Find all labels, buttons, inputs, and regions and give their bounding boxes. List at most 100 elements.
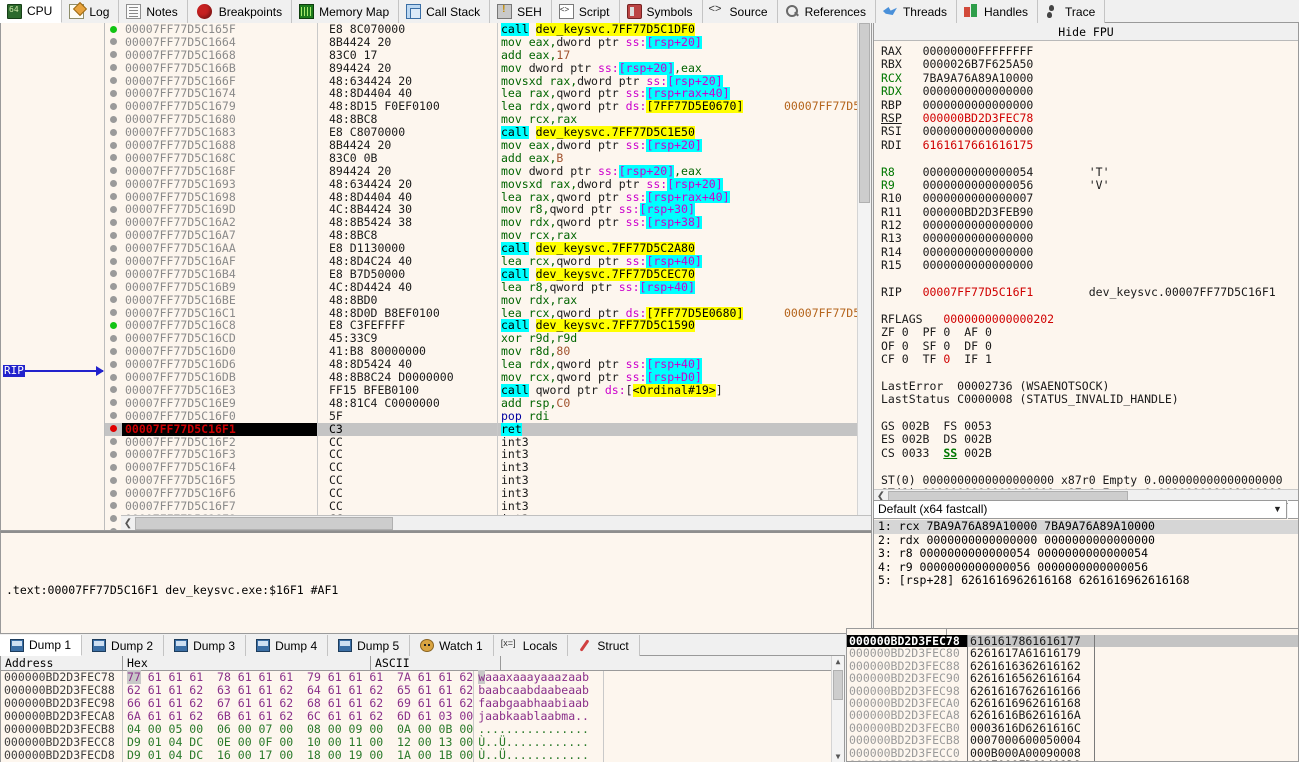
disassembly-vscrollbar[interactable] <box>857 23 871 515</box>
segment-line[interactable]: GS 002B FS 0053 <box>881 419 1298 433</box>
dump-tab-locals[interactable]: Locals <box>493 635 569 656</box>
register-rdx[interactable]: RDX 0000000000000000 <box>881 84 1298 98</box>
hide-fpu-button[interactable]: Hide FPU <box>874 23 1298 41</box>
stack-row[interactable]: 000000BD2D3FEC90 6261616562616164 <box>847 672 1298 685</box>
disassembly-hscrollbar[interactable]: ❮ <box>121 515 871 530</box>
breakpoint-dot-icon[interactable] <box>105 500 122 513</box>
breakpoint-dot-icon[interactable] <box>105 229 122 242</box>
disassembly-row[interactable]: 00007FF77D5C16DB 48:8B8C24 D0000000 mov rc… <box>105 371 871 384</box>
breakpoint-dot-icon[interactable] <box>105 513 122 526</box>
tab-memory-map[interactable]: Memory Map <box>292 0 400 23</box>
breakpoint-dot-icon[interactable] <box>105 178 122 191</box>
disassembly-row[interactable]: 00007FF77D5C1693 48:634424 20 movsxd rax,d… <box>105 177 871 191</box>
dump-grid[interactable]: Address Hex ASCII 000000BD2D3FEC78 77 61 … <box>0 656 845 762</box>
segment-line[interactable]: ES 002B DS 002B <box>881 433 1298 446</box>
breakpoint-dot-icon[interactable] <box>105 216 122 229</box>
register-spacer[interactable] <box>881 299 1298 312</box>
breakpoint-dot-icon[interactable] <box>105 448 122 461</box>
disassembly-row[interactable]: 00007FF77D5C166B 894424 20 mov dword ptr s… <box>105 61 871 75</box>
argument-row[interactable]: 5: [rsp+28] 6261616962616168 62616169626… <box>874 574 1298 588</box>
stack-pane[interactable]: 000000BD2D3FEC78 6161617861616177 000000BD… <box>846 628 1299 762</box>
tab-call-stack[interactable]: Call Stack <box>399 0 491 23</box>
flags-line[interactable]: ZF 0 PF 0 AF 0 <box>881 326 1298 339</box>
flags-line[interactable]: OF 0 SF 0 DF 0 <box>881 339 1298 353</box>
tab-breakpoints[interactable]: Breakpoints <box>187 0 293 23</box>
breakpoint-dot-icon[interactable] <box>105 358 122 371</box>
flags-line[interactable]: CF 0 TF 0 IF 1 <box>881 352 1298 366</box>
breakpoint-dot-icon[interactable] <box>105 113 122 126</box>
dump-tab-dump-3[interactable]: Dump 3 <box>164 635 247 656</box>
tab-symbols[interactable]: Symbols <box>619 0 703 23</box>
register-r14[interactable]: R14 0000000000000000 <box>881 245 1298 259</box>
dump-column-address[interactable]: Address <box>1 656 123 670</box>
register-rflags[interactable]: RFLAGS 0000000000000202 <box>881 312 1298 326</box>
scroll-up-icon[interactable]: ▲ <box>832 657 844 666</box>
breakpoint-dot-icon[interactable] <box>105 100 122 113</box>
register-r10[interactable]: R10 0000000000000007 <box>881 192 1298 205</box>
disassembly-row[interactable]: 00007FF77D5C168F 894424 20 mov dword ptr s… <box>105 164 871 178</box>
breakpoint-dot-icon[interactable] <box>105 139 122 152</box>
breakpoint-dot-icon[interactable] <box>105 461 122 474</box>
register-rdi[interactable]: RDI 6161617661616175 <box>881 138 1298 152</box>
dump-tab-dump-2[interactable]: Dump 2 <box>82 635 165 656</box>
breakpoint-dot-icon[interactable] <box>105 126 122 139</box>
dump-tab-dump-5[interactable]: Dump 5 <box>328 635 411 656</box>
argument-row[interactable]: 1: rcx 7BA9A76A89A10000 7BA9A76A89A10000 <box>874 519 1298 534</box>
register-rsp[interactable]: RSP 000000BD2D3FEC78 <box>881 111 1298 125</box>
disassembly-row[interactable]: 00007FF77D5C165F E8 8C070000 call dev_keys… <box>105 23 871 36</box>
register-rbp[interactable]: RBP 0000000000000000 <box>881 98 1298 112</box>
fpu-line[interactable]: ST(0) 0000000000000000000 x87r0 Empty 0.… <box>881 473 1298 487</box>
breakpoint-dot-icon[interactable] <box>105 75 122 88</box>
breakpoint-dot-icon[interactable] <box>105 526 122 530</box>
register-spacer[interactable] <box>881 460 1298 473</box>
dump-tab-dump-4[interactable]: Dump 4 <box>246 635 329 656</box>
last-error[interactable]: LastError 00002736 (WSAENOTSOCK) <box>881 379 1298 393</box>
dump-tab-watch-1[interactable]: Watch 1 <box>410 635 494 656</box>
breakpoint-dot-icon[interactable] <box>105 165 122 178</box>
breakpoint-dot-icon[interactable] <box>105 410 122 423</box>
disassembly-row[interactable]: 00007FF77D5C16F7 CC int3 <box>105 500 871 513</box>
tab-references[interactable]: References <box>777 0 876 23</box>
register-spacer[interactable] <box>881 273 1298 286</box>
register-r9[interactable]: R9 0000000000000056 'V' <box>881 178 1298 192</box>
argument-row[interactable]: 2: rdx 0000000000000000 0000000000000000 <box>874 533 1298 548</box>
disassembly-row[interactable]: 00007FF77D5C16B9 4C:8D4424 40 lea r8,qword… <box>105 280 871 294</box>
arguments-list[interactable]: 1: rcx 7BA9A76A89A10000 7BA9A76A89A10000… <box>873 519 1299 634</box>
disassembly-row[interactable]: 00007FF77D5C16F1 C3 ret <box>105 422 871 436</box>
chevron-down-icon[interactable]: ▼ <box>1269 501 1286 518</box>
tab-script[interactable]: Script <box>551 0 620 23</box>
stack-rows[interactable]: 000000BD2D3FEC78 6161617861616177 000000BD… <box>847 629 1298 761</box>
tab-source[interactable]: Source <box>702 0 778 23</box>
calling-convention-select[interactable]: Default (x64 fastcall) ▼ <box>873 500 1287 519</box>
disassembly-rows[interactable]: 00007FF77D5C165F E8 8C070000 call dev_keys… <box>105 23 871 530</box>
tab-handles[interactable]: Handles <box>956 0 1039 23</box>
disassembly-row[interactable]: 00007FF77D5C16F0 5F pop rdi <box>105 409 871 423</box>
tab-notes[interactable]: Notes <box>119 0 188 23</box>
scroll-down-icon[interactable]: ▼ <box>832 752 844 761</box>
dump-column-ascii[interactable]: ASCII <box>371 656 501 670</box>
disassembly-vscroll-thumb[interactable] <box>859 23 870 203</box>
breakpoint-dot-icon[interactable] <box>105 36 122 49</box>
register-spacer[interactable] <box>881 152 1298 165</box>
disassembly-row[interactable]: 00007FF77D5C1664 8B4424 20 mov eax,dword p… <box>105 35 871 49</box>
register-r13[interactable]: R13 0000000000000000 <box>881 232 1298 245</box>
dump-tab-dump-1[interactable]: Dump 1 <box>0 635 83 656</box>
stack-row[interactable]: 000000BD2D3FECA8 6261616B6261616A <box>847 709 1298 722</box>
breakpoint-dot-icon[interactable] <box>105 345 122 358</box>
segment-line[interactable]: CS 0033 SS 002B <box>881 446 1298 460</box>
disassembly-hscroll-thumb[interactable] <box>135 516 393 530</box>
breakpoint-dot-icon[interactable] <box>105 62 122 75</box>
disassembly-row[interactable]: 00007FF77D5C16B4 E8 B7D50000 call dev_keys… <box>105 268 871 281</box>
calling-convention-spinner[interactable] <box>1288 500 1299 519</box>
disassembly-sidebar[interactable]: RIP <box>1 23 105 530</box>
breakpoint-dot-icon[interactable] <box>105 487 122 500</box>
stack-row[interactable]: 000000BD2D3FECB8 0007000600050004 <box>847 734 1298 747</box>
register-r15[interactable]: R15 0000000000000000 <box>881 259 1298 272</box>
tab-seh[interactable]: SEH <box>490 0 552 23</box>
breakpoint-dot-icon[interactable] <box>105 49 122 62</box>
breakpoint-dot-icon[interactable] <box>105 203 122 216</box>
disassembly-row[interactable]: 00007FF77D5C16E3 FF15 BFEB0100 call qword … <box>105 384 871 397</box>
dump-rows[interactable]: 000000BD2D3FEC78 77 61 61 61 78 61 61 61 … <box>1 670 844 762</box>
last-status[interactable]: LastStatus C0000008 (STATUS_INVALID_HAND… <box>881 392 1298 406</box>
breakpoint-dot-icon[interactable] <box>105 397 122 410</box>
